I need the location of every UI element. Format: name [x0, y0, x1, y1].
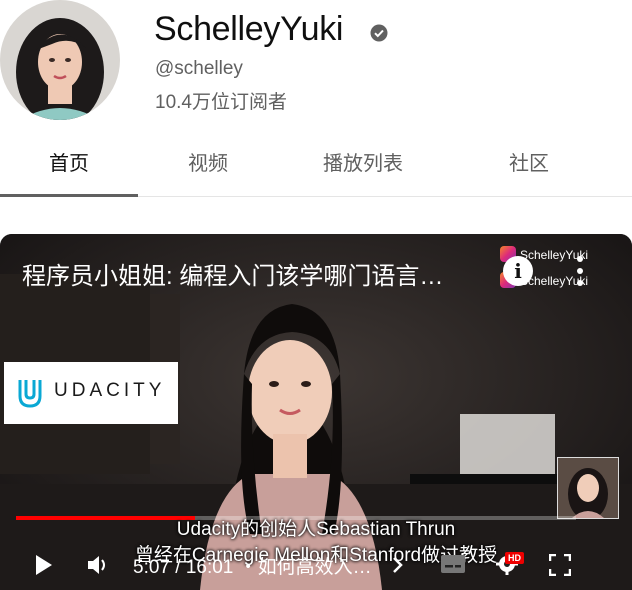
time-elapsed-total: 5:07 / 16:01 [133, 557, 234, 578]
channel-handle: @schelley [155, 58, 243, 79]
tab-community[interactable]: 社区 [448, 132, 610, 196]
chevron-right-icon[interactable] [392, 556, 404, 574]
video-player[interactable]: 程序员小姐姐: 编程入门该学哪门语言… SchelleyYuki Schelle… [0, 234, 632, 590]
active-tab-indicator [0, 194, 138, 197]
channel-avatar[interactable] [0, 0, 120, 120]
fullscreen-icon[interactable] [549, 554, 571, 576]
time-display: 5:07 / 16:01 ・如何高效入… [133, 552, 372, 579]
udacity-logo-icon [18, 380, 42, 408]
udacity-wordmark: UDACITY [54, 380, 166, 401]
end-screen-thumbnail[interactable] [557, 457, 619, 519]
tab-home[interactable]: 首页 [0, 132, 138, 196]
video-title[interactable]: 程序员小姐姐: 编程入门该学哪门语言… [22, 256, 443, 291]
subtitles-icon[interactable] [440, 554, 466, 574]
hd-badge: HD [505, 552, 524, 564]
channel-tabs: 首页 视频 播放列表 社区 [0, 132, 632, 197]
udacity-sponsor-logo: UDACITY [4, 362, 178, 424]
subscriber-count: 10.4万位订阅者 [155, 92, 287, 113]
tab-playlists[interactable]: 播放列表 [278, 132, 448, 196]
volume-icon[interactable] [86, 554, 110, 576]
player-controls: 5:07 / 16:01 ・如何高效入… [0, 542, 632, 590]
tab-videos[interactable]: 视频 [138, 132, 278, 196]
play-icon[interactable] [34, 554, 54, 576]
chapter-title[interactable]: ・如何高效入… [239, 557, 372, 578]
verified-check-icon [370, 24, 388, 42]
info-icon[interactable]: i [503, 256, 533, 286]
more-vert-icon[interactable] [572, 254, 588, 288]
caption-line: Udacity的创始人Sebastian Thrun [176, 519, 456, 540]
channel-name: SchelleyYuki [154, 10, 344, 48]
